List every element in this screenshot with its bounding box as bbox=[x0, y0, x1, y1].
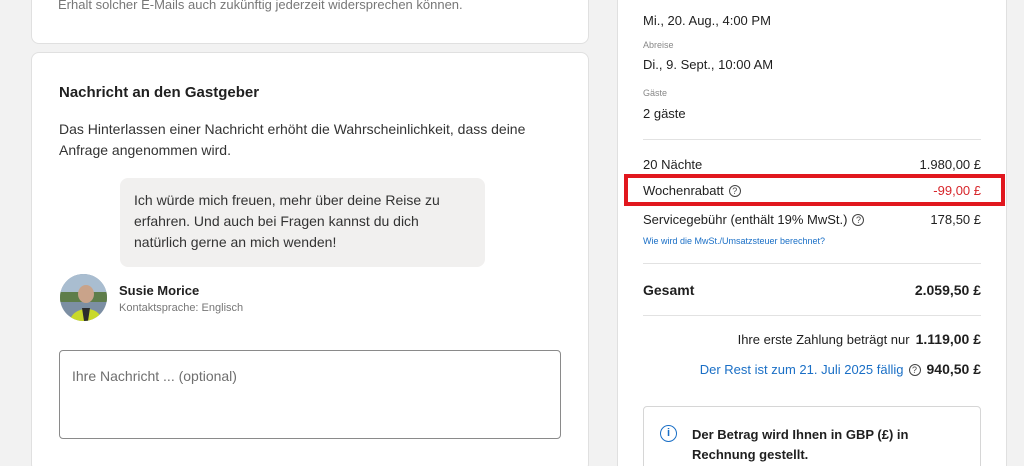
host-contact-language: Kontaktsprache: Englisch bbox=[119, 302, 244, 314]
nights-label: 20 Nächte bbox=[643, 157, 703, 172]
departure-value: Di., 9. Sept., 10:00 AM bbox=[643, 57, 774, 72]
question-circle-icon[interactable]: ? bbox=[908, 364, 921, 376]
divider bbox=[643, 263, 981, 264]
departure-label: Abreise bbox=[643, 40, 674, 50]
message-section-intro: Das Hinterlassen einer Nachricht erhöht … bbox=[59, 121, 526, 158]
rest-payment-value: 940,50 £ bbox=[926, 361, 982, 377]
nights-value: 1.980,00 £ bbox=[919, 157, 981, 172]
host-message-bubble: Ich würde mich freuen, mehr über deine R… bbox=[120, 178, 485, 267]
service-fee-text: Servicegebühr (enthält 19% MwSt.) bbox=[643, 212, 848, 227]
question-circle-icon[interactable]: ? bbox=[852, 214, 865, 226]
vat-calculation-link[interactable]: Wie wird die MwSt./Umsatzsteuer berechne… bbox=[643, 236, 825, 246]
service-fee-value: 178,50 £ bbox=[930, 212, 981, 227]
first-payment-value: 1.119,00 £ bbox=[915, 331, 981, 347]
total-label: Gesamt bbox=[643, 282, 695, 298]
info-circle-icon: i bbox=[660, 425, 677, 442]
service-fee-label: Servicegebühr (enthält 19% MwSt.)? bbox=[643, 212, 865, 227]
divider bbox=[643, 315, 981, 316]
rest-payment-row: Der Rest ist zum 21. Juli 2025 fällig? 94… bbox=[700, 361, 981, 377]
first-payment-row: Ihre erste Zahlung beträgt nur 1.119,00 £ bbox=[738, 331, 981, 347]
highlight-box bbox=[624, 174, 1005, 206]
guests-value: 2 gäste bbox=[643, 106, 686, 121]
divider bbox=[643, 139, 981, 140]
message-input[interactable] bbox=[59, 350, 561, 439]
total-value: 2.059,50 £ bbox=[914, 282, 981, 298]
rest-payment-link[interactable]: Der Rest ist zum 21. Juli 2025 fällig bbox=[700, 362, 904, 377]
currency-info-text: Der Betrag wird Ihnen in GBP (£) in Rech… bbox=[692, 427, 909, 462]
guests-label: Gäste bbox=[643, 88, 668, 98]
host-avatar bbox=[60, 274, 107, 321]
message-section-title: Nachricht an den Gastgeber bbox=[59, 84, 260, 101]
host-name: Susie Morice bbox=[119, 283, 200, 298]
consent-text: Erhalt solcher E-Mails auch zukünftig je… bbox=[58, 0, 463, 12]
first-payment-label: Ihre erste Zahlung beträgt nur bbox=[737, 332, 910, 347]
arrival-value: Mi., 20. Aug., 4:00 PM bbox=[643, 13, 771, 28]
